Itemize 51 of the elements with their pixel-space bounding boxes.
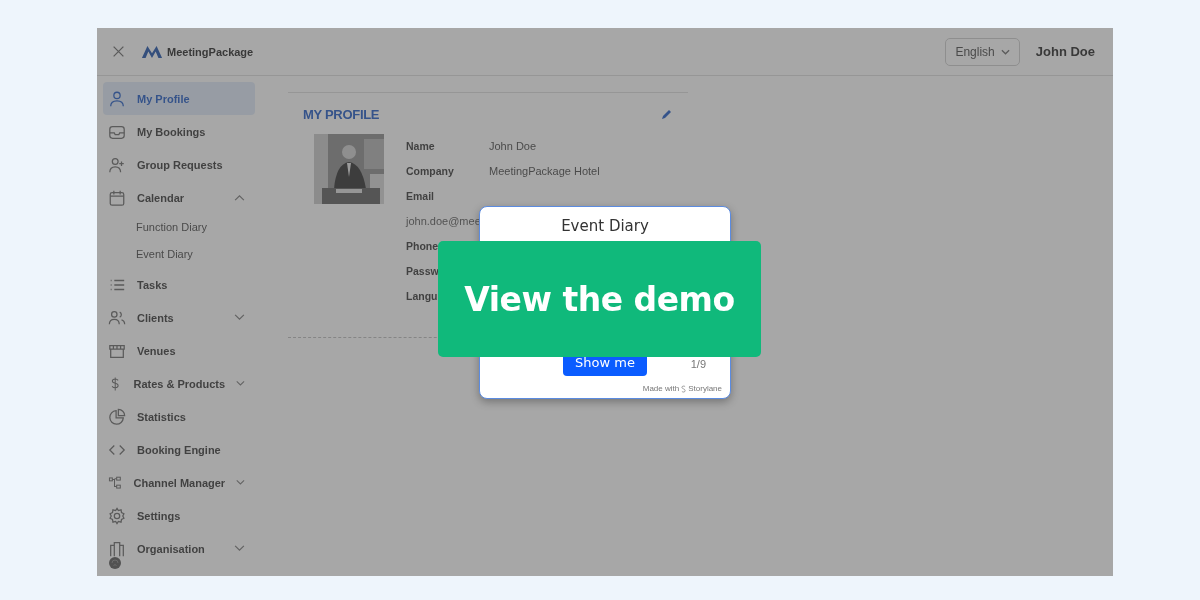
sidebar-item[interactable]: Rates & Products bbox=[103, 367, 255, 400]
chevron-up-icon[interactable] bbox=[234, 194, 245, 201]
sidebar-item[interactable]: My Bookings bbox=[103, 115, 255, 148]
chevron-down-icon[interactable] bbox=[234, 545, 245, 552]
section-title: MY PROFILE bbox=[303, 107, 380, 122]
sidebar-item[interactable]: Calendar bbox=[103, 181, 255, 214]
field-label: Email bbox=[406, 190, 435, 202]
field-label: Passw bbox=[406, 265, 440, 277]
sidebar-item[interactable]: Booking Engine bbox=[103, 433, 255, 466]
users-icon bbox=[108, 308, 126, 327]
step-counter: 1/9 bbox=[690, 358, 706, 370]
sidebar-item[interactable]: Organisation bbox=[103, 532, 255, 565]
sidebar-item[interactable]: Group Requests bbox=[103, 148, 255, 181]
fingerprint-icon[interactable] bbox=[108, 556, 122, 570]
sidebar-item[interactable]: Statistics bbox=[103, 400, 255, 433]
chevron-down-icon[interactable] bbox=[236, 479, 245, 486]
tour-title: Event Diary bbox=[561, 217, 649, 235]
brand-name: Storylane bbox=[688, 384, 722, 393]
pie-icon bbox=[108, 407, 126, 426]
sidebar-item[interactable]: Venues bbox=[103, 334, 255, 367]
gear-icon bbox=[108, 506, 126, 525]
user-name[interactable]: John Doe bbox=[1035, 44, 1095, 59]
building-icon bbox=[108, 539, 126, 558]
user-plus-icon bbox=[108, 155, 126, 174]
field-label: Name bbox=[406, 140, 436, 152]
sidebar-item[interactable]: Tasks bbox=[103, 268, 255, 301]
field-label: Company bbox=[406, 165, 455, 177]
chevron-down-icon[interactable] bbox=[234, 314, 245, 321]
field-label: Langu bbox=[406, 290, 439, 302]
chevron-down-icon[interactable] bbox=[236, 380, 245, 387]
sidebar-item[interactable]: Clients bbox=[103, 301, 255, 334]
close-icon[interactable] bbox=[112, 45, 125, 58]
user-icon bbox=[108, 89, 126, 108]
sidebar-item[interactable]: My Profile bbox=[103, 82, 255, 115]
field-label: Phone bbox=[406, 240, 440, 252]
logo-icon bbox=[141, 44, 163, 59]
brand-icon bbox=[681, 384, 687, 393]
edit-icon[interactable] bbox=[660, 108, 672, 121]
field-value: john.doe@mee bbox=[406, 215, 481, 227]
language-select[interactable]: English bbox=[945, 37, 1020, 66]
sidebar-subitem[interactable]: Event Diary bbox=[103, 241, 255, 268]
view-demo-button[interactable]: View the demo bbox=[438, 241, 761, 357]
sidebar-subitem[interactable]: Function Diary bbox=[103, 214, 255, 241]
field-value: MeetingPackage Hotel bbox=[489, 165, 600, 177]
field-value: John Doe bbox=[489, 140, 537, 152]
calendar-icon bbox=[108, 188, 126, 207]
logo-text: MeetingPackage bbox=[167, 45, 254, 58]
credit-text: Made with bbox=[642, 384, 680, 393]
sidebar-item[interactable]: Channel Manager bbox=[103, 466, 255, 499]
chevron-down-icon bbox=[1000, 48, 1010, 55]
sidebar-item[interactable]: Settings bbox=[103, 499, 255, 532]
